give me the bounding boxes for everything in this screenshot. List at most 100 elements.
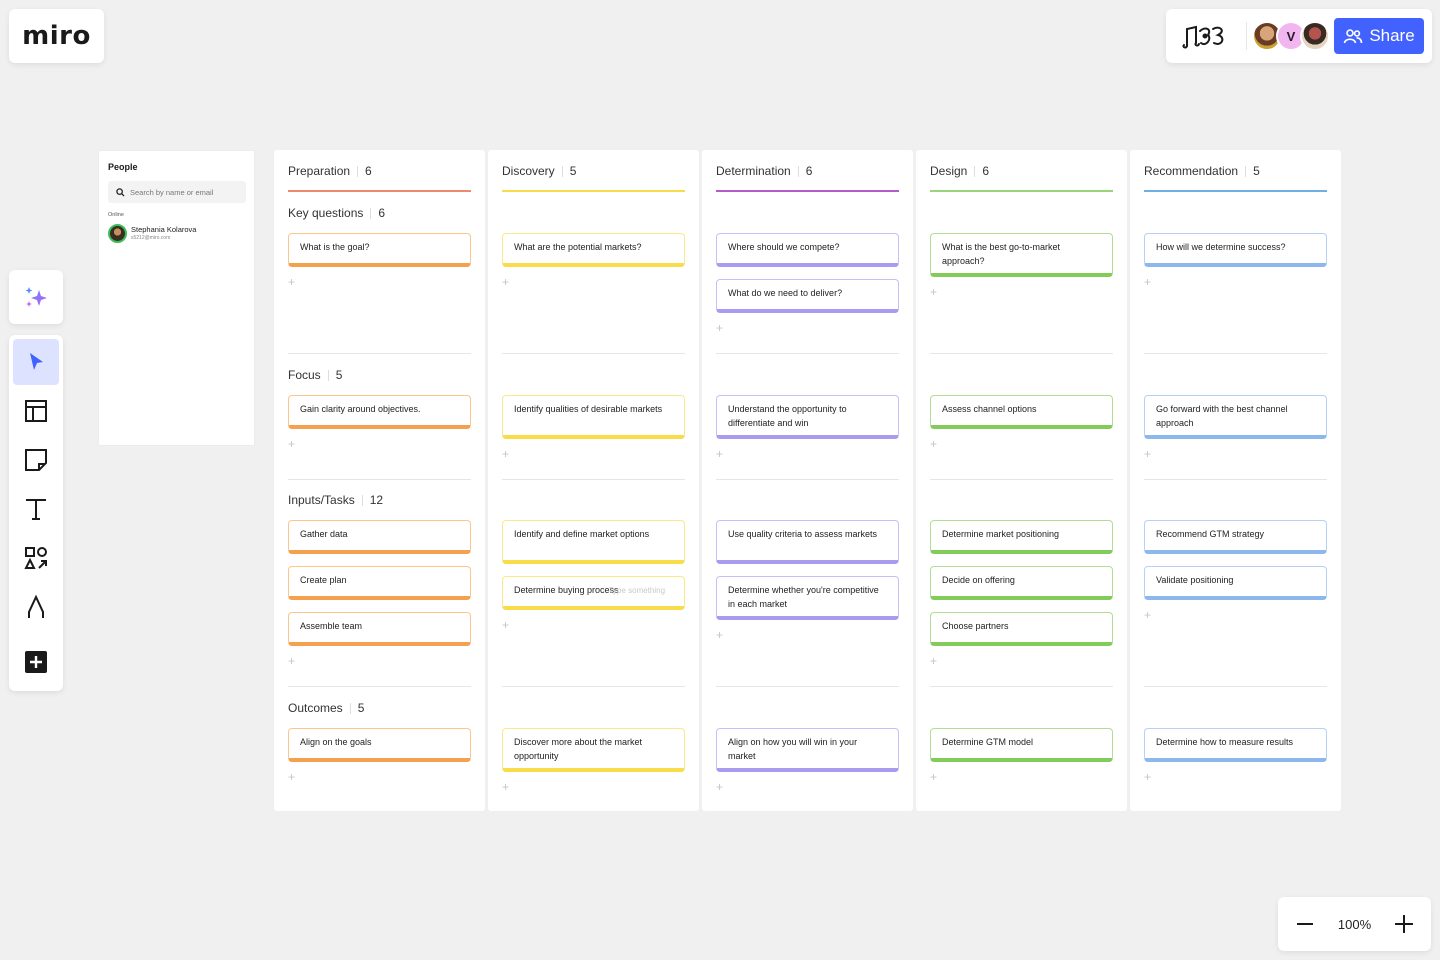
card[interactable]: Identify and define market options [502,520,685,564]
tool-select[interactable] [13,339,59,385]
add-card-icon[interactable]: + [930,654,937,668]
card[interactable]: Align on how you will win in your market [716,728,899,772]
zoom-in-button[interactable] [1391,911,1417,937]
add-card-icon[interactable]: + [288,275,295,289]
people-search-input[interactable]: Search by name or email [108,181,246,203]
share-button[interactable]: Share [1334,18,1424,54]
card[interactable]: Go forward with the best channel approac… [1144,395,1327,439]
card-text: Assess channel options [942,404,1037,414]
column-title: Design [930,164,968,178]
add-card-icon[interactable]: + [502,275,509,289]
add-card-icon[interactable]: + [502,780,509,794]
column-header[interactable]: Recommendation 5 [1144,164,1260,178]
tool-sticky-note[interactable] [13,437,59,483]
card[interactable]: What are the potential markets? [502,233,685,267]
card[interactable]: Gain clarity around objectives. [288,395,471,429]
row-header[interactable]: Key questions 6 [288,206,385,220]
zoom-level[interactable]: 100% [1338,917,1371,932]
add-card-icon[interactable]: + [1144,275,1151,289]
person-item[interactable]: Stephania Kolarova s5212@miro.com [108,224,196,243]
left-toolbar [9,335,63,691]
card[interactable]: How will we determine success? [1144,233,1327,267]
add-card-icon[interactable]: + [1144,447,1151,461]
card-text: Create plan [300,575,347,585]
avatar[interactable] [1300,21,1330,51]
add-card-icon[interactable]: + [716,780,723,794]
separator [1246,22,1247,50]
column-header[interactable]: Preparation 6 [288,164,372,178]
column-header[interactable]: Discovery 5 [502,164,576,178]
tool-pen[interactable] [13,584,59,630]
card-text: How will we determine success? [1156,242,1286,252]
column-count: 6 [805,164,813,178]
card[interactable]: Identify qualities of desirable markets [502,395,685,439]
column-header[interactable]: Determination 6 [716,164,812,178]
card-text: Choose partners [942,621,1009,631]
row-divider [502,686,685,687]
card[interactable]: What is the goal? [288,233,471,267]
add-card-icon[interactable]: + [930,285,937,299]
add-card-icon[interactable]: + [716,628,723,642]
card[interactable]: Determine market positioning [930,520,1113,554]
add-card-icon[interactable]: + [1144,770,1151,784]
zoom-out-button[interactable] [1292,911,1318,937]
card[interactable]: Where should we compete? [716,233,899,267]
card-text: Discover more about the market opportuni… [514,737,643,761]
card[interactable]: Recommend GTM strategy [1144,520,1327,554]
row-divider [288,479,471,480]
ai-assist-button[interactable] [9,270,63,324]
add-card-icon[interactable]: + [502,618,509,632]
column-discovery: Discovery 5 What are the potential markets… [488,150,699,811]
add-card-icon[interactable]: + [716,321,723,335]
sticky-note-icon [25,449,47,471]
card[interactable]: What do we need to deliver? [716,279,899,313]
tool-more[interactable] [13,639,59,685]
tool-shapes[interactable] [13,535,59,581]
tool-text[interactable] [13,486,59,532]
add-card-icon[interactable]: + [288,770,295,784]
row-header[interactable]: Inputs/Tasks 12 [288,493,383,507]
add-card-icon[interactable]: + [502,447,509,461]
row-divider [288,686,471,687]
card[interactable]: Determine whether you're competitive in … [716,576,899,620]
card[interactable]: Determine how to measure results [1144,728,1327,762]
card[interactable]: Create plan [288,566,471,600]
row-header[interactable]: Outcomes 5 [288,701,364,715]
separator [349,702,351,714]
person-email: s5212@miro.com [131,234,171,241]
card[interactable]: Understand the opportunity to differenti… [716,395,899,439]
separator [361,494,363,506]
card[interactable]: Align on the goals [288,728,471,762]
add-card-icon[interactable]: + [288,654,295,668]
row-divider [930,479,1113,480]
row-header[interactable]: Focus 5 [288,368,342,382]
column-title: Recommendation [1144,164,1239,178]
people-title: People [108,162,138,172]
card-text: Determine buying process [514,585,619,595]
people-icon [1344,29,1363,44]
card[interactable]: Assemble team [288,612,471,646]
card[interactable]: Assess channel options [930,395,1113,429]
card-text: Gain clarity around objectives. [300,404,421,414]
row-divider [502,353,685,354]
add-card-icon[interactable]: + [716,447,723,461]
zoom-controls: 100% [1278,897,1431,951]
music-icon[interactable] [1180,21,1232,51]
card-text: What do we need to deliver? [728,288,843,298]
add-card-icon[interactable]: + [1144,608,1151,622]
add-card-icon[interactable]: + [288,437,295,451]
card[interactable]: Choose partners [930,612,1113,646]
card[interactable]: Validate positioning [1144,566,1327,600]
miro-logo[interactable]: miro [9,9,104,63]
card[interactable]: What is the best go-to-market approach? [930,233,1113,277]
card[interactable]: Use quality criteria to assess markets [716,520,899,564]
add-card-icon[interactable]: + [930,770,937,784]
card[interactable]: Decide on offering [930,566,1113,600]
card[interactable]: Discover more about the market opportuni… [502,728,685,772]
card[interactable]: Gather data [288,520,471,554]
card[interactable]: Determine GTM model [930,728,1113,762]
column-header[interactable]: Design 6 [930,164,989,178]
tool-templates[interactable] [13,388,59,434]
card[interactable]: Determine buying processType something [502,576,685,610]
add-card-icon[interactable]: + [930,437,937,451]
